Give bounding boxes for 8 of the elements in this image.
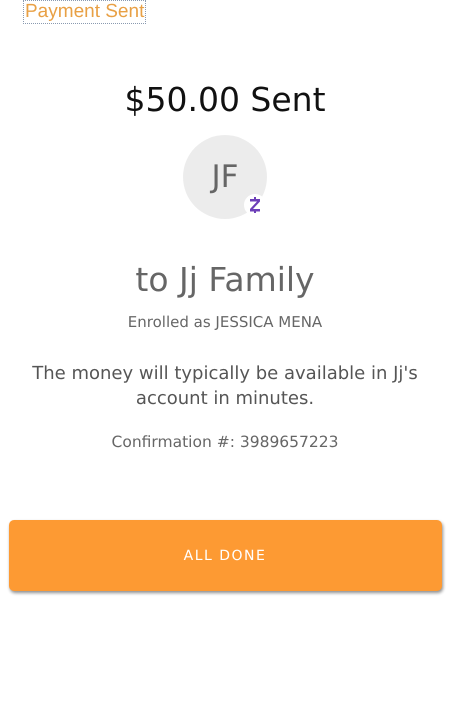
amount-sent: $50.00 Sent [124,80,326,120]
enrolled-name: Enrolled as JESSICA MENA [128,313,322,331]
all-done-button[interactable]: ALL DONE [8,520,442,591]
page-title: Payment Sent [23,0,146,24]
availability-message: The money will typically be available in Jj's account in minutes. [31,362,419,411]
recipient-avatar: JF [183,135,267,219]
confirmation-number: Confirmation #: 3989657223 [112,433,338,451]
recipient-name: to Jj Family [135,259,315,301]
